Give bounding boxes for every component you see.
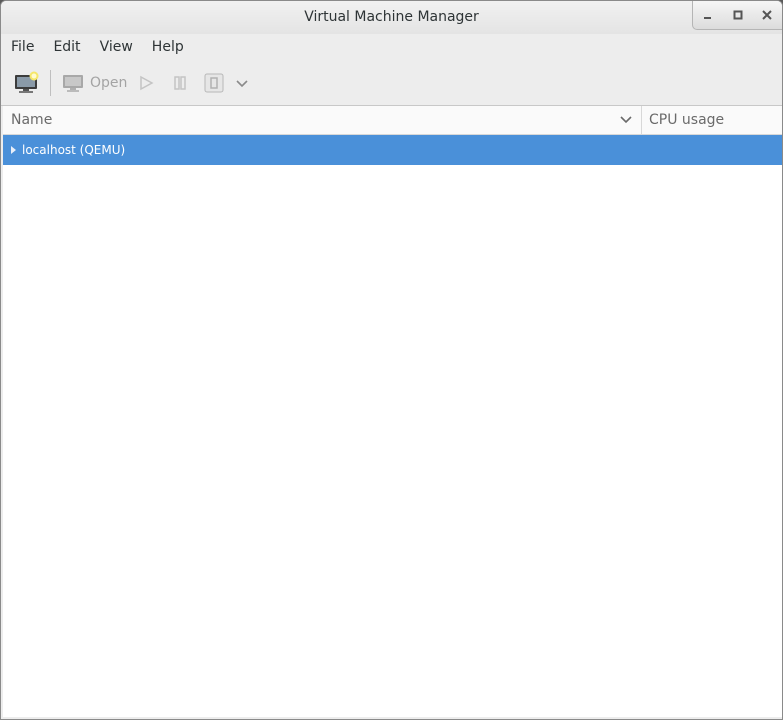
shutdown-menu-button[interactable] xyxy=(235,70,249,96)
new-vm-button[interactable] xyxy=(13,70,41,96)
menu-edit[interactable]: Edit xyxy=(43,39,89,55)
menu-help[interactable]: Help xyxy=(142,39,193,55)
play-icon xyxy=(140,75,154,91)
vm-list-header: Name CPU usage xyxy=(3,106,782,135)
column-name-label: Name xyxy=(11,112,53,128)
maximize-button[interactable] xyxy=(723,1,753,29)
minimize-icon xyxy=(703,17,711,19)
monitor-icon xyxy=(63,75,83,92)
open-button[interactable]: Open xyxy=(62,70,127,96)
close-button[interactable] xyxy=(752,1,782,29)
list-item[interactable]: localhost (QEMU) xyxy=(3,135,782,165)
toolbar: Open xyxy=(1,61,782,106)
column-cpu-label: CPU usage xyxy=(649,112,725,128)
maximize-icon xyxy=(733,10,742,20)
main-window: Virtual Machine Manager File Edit View H… xyxy=(0,0,783,720)
column-header-name[interactable]: Name xyxy=(3,106,642,134)
connection-label: localhost (QEMU) xyxy=(22,143,126,157)
title-bar[interactable]: Virtual Machine Manager xyxy=(1,1,782,34)
menu-file[interactable]: File xyxy=(1,39,43,55)
shutdown-button[interactable] xyxy=(204,70,224,96)
pause-button[interactable] xyxy=(172,70,188,96)
window-controls xyxy=(692,1,782,30)
vm-list[interactable]: localhost (QEMU) xyxy=(3,135,782,717)
menu-view[interactable]: View xyxy=(90,39,142,55)
chevron-down-icon[interactable] xyxy=(620,115,632,125)
window-title: Virtual Machine Manager xyxy=(304,9,479,25)
expander-icon[interactable] xyxy=(3,145,22,155)
column-header-cpu-usage[interactable]: CPU usage xyxy=(642,106,782,134)
minimize-button[interactable] xyxy=(693,1,723,29)
menu-bar: File Edit View Help xyxy=(1,34,782,60)
toolbar-separator xyxy=(50,70,51,96)
close-icon xyxy=(762,10,772,20)
shutdown-icon xyxy=(204,73,224,93)
open-button-label: Open xyxy=(90,75,128,91)
new-vm-icon xyxy=(15,71,39,93)
chevron-down-icon xyxy=(236,80,248,88)
pause-icon xyxy=(174,76,186,90)
run-button[interactable] xyxy=(138,70,154,96)
